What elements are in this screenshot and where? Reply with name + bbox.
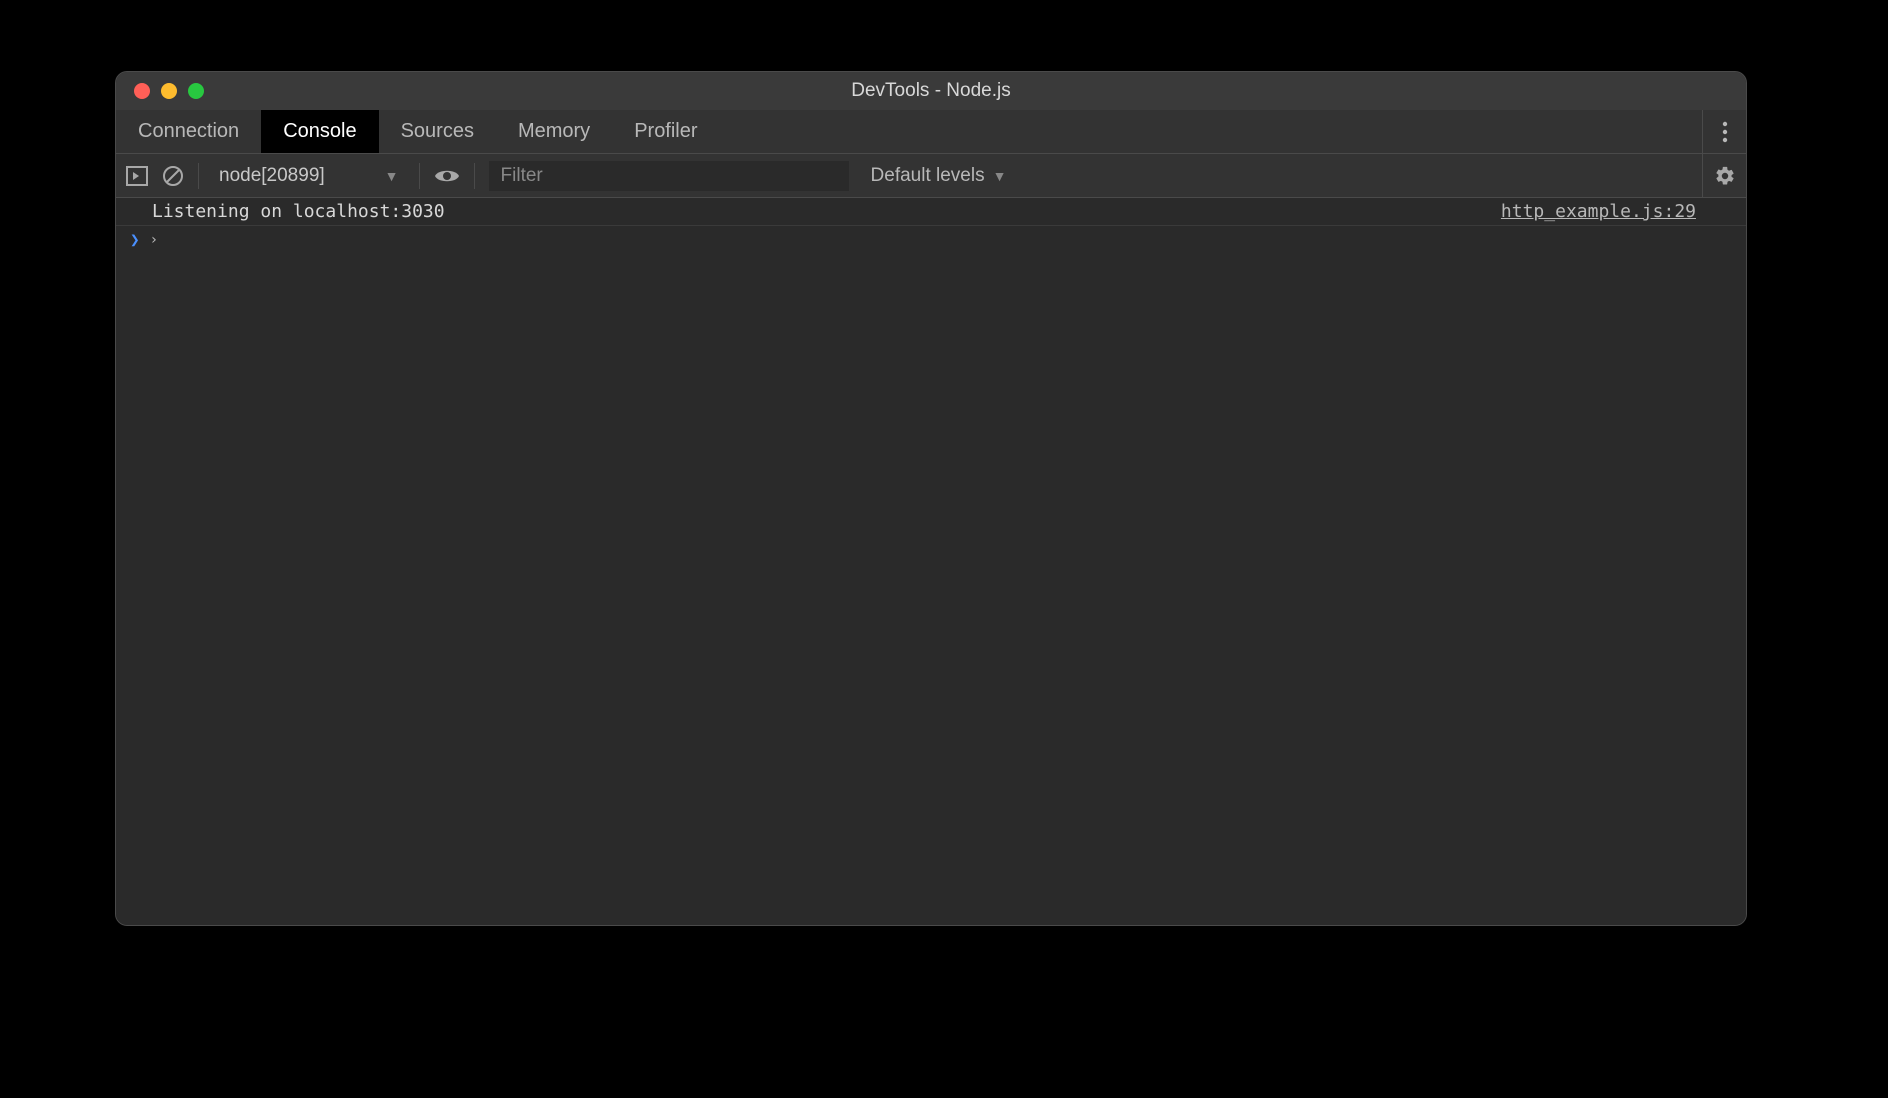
- console-prompt[interactable]: ❯ ›: [116, 226, 1746, 253]
- log-source-link[interactable]: http_example.js:29: [1501, 201, 1732, 222]
- titlebar: DevTools - Node.js: [116, 72, 1746, 110]
- log-levels-select[interactable]: Default levels ▼: [863, 165, 1015, 187]
- console-settings-button[interactable]: [1702, 154, 1746, 197]
- toolbar-divider: [474, 163, 475, 189]
- minimize-window-button[interactable]: [161, 83, 177, 99]
- toolbar-divider: [198, 163, 199, 189]
- gear-icon: [1714, 165, 1736, 187]
- eye-icon: [434, 167, 460, 185]
- panel-tabs: Connection Console Sources Memory Profil…: [116, 110, 1746, 154]
- sidebar-icon: [126, 166, 148, 186]
- prompt-caret-icon: ›: [150, 232, 158, 248]
- tab-sources[interactable]: Sources: [379, 110, 496, 153]
- tab-profiler[interactable]: Profiler: [612, 110, 719, 153]
- tab-connection[interactable]: Connection: [116, 110, 261, 153]
- window-title: DevTools - Node.js: [116, 80, 1746, 102]
- log-entry: Listening on localhost:3030 http_example…: [116, 198, 1746, 226]
- execution-context-select[interactable]: node[20899] ▼: [213, 165, 405, 187]
- console-output[interactable]: Listening on localhost:3030 http_example…: [116, 198, 1746, 925]
- tab-console[interactable]: Console: [261, 110, 378, 153]
- log-message: Listening on localhost:3030: [152, 201, 1501, 222]
- devtools-window: DevTools - Node.js Connection Console So…: [115, 71, 1747, 926]
- clear-icon: [162, 165, 184, 187]
- live-expression-button[interactable]: [434, 167, 460, 185]
- toolbar-divider: [419, 163, 420, 189]
- console-toolbar: node[20899] ▼ Default levels ▼: [116, 154, 1746, 198]
- maximize-window-button[interactable]: [188, 83, 204, 99]
- tab-memory[interactable]: Memory: [496, 110, 612, 153]
- toggle-sidebar-button[interactable]: [126, 166, 148, 186]
- window-controls: [116, 83, 204, 99]
- filter-input[interactable]: [489, 161, 849, 191]
- close-window-button[interactable]: [134, 83, 150, 99]
- execution-context-label: node[20899]: [219, 165, 325, 187]
- chevron-down-icon: ▼: [385, 168, 399, 184]
- prompt-chevron-icon: ❯: [130, 230, 140, 249]
- chevron-down-icon: ▼: [993, 168, 1007, 184]
- more-options-button[interactable]: [1702, 110, 1746, 153]
- log-levels-label: Default levels: [871, 165, 985, 187]
- more-vertical-icon: [1722, 121, 1728, 143]
- clear-console-button[interactable]: [162, 165, 184, 187]
